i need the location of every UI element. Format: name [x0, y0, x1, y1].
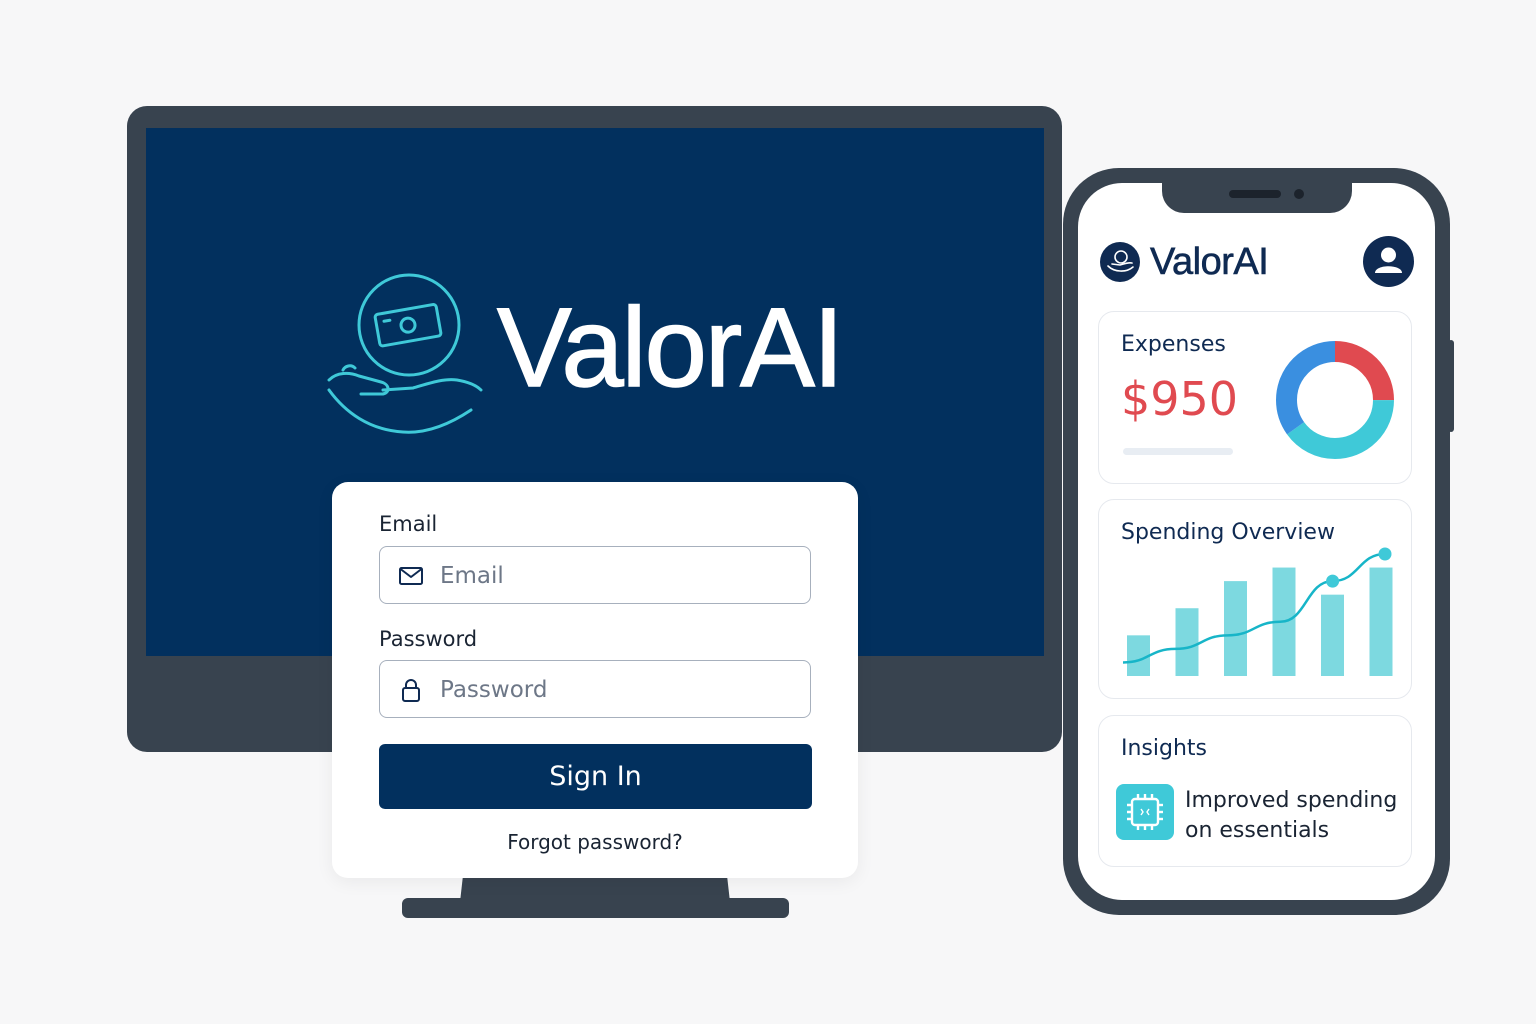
insight-text: Improved spending on essentials: [1185, 788, 1398, 843]
expenses-progress-bar: [1123, 448, 1233, 455]
trend-point: [1326, 574, 1340, 588]
user-avatar[interactable]: [1363, 236, 1414, 287]
spending-bar: [1224, 581, 1247, 676]
lock-icon: [402, 679, 420, 702]
phone-notch: [1162, 183, 1352, 213]
monitor-stand-base: [402, 898, 789, 918]
password-label: Password: [379, 627, 478, 651]
app-logo-icon: [1100, 242, 1140, 282]
email-input[interactable]: [438, 547, 802, 604]
sign-in-button[interactable]: Sign In: [379, 744, 812, 809]
phone-side-button: [1448, 340, 1454, 432]
expenses-card[interactable]: Expenses $950: [1098, 311, 1412, 484]
spending-bar: [1175, 608, 1199, 676]
expenses-amount: $950: [1121, 372, 1239, 426]
front-camera: [1294, 189, 1304, 199]
password-field[interactable]: [379, 660, 811, 718]
insights-card[interactable]: Insights Improved spending on essentials: [1098, 715, 1412, 867]
spending-trend-line: [1122, 552, 1386, 664]
email-label: Email: [379, 512, 438, 536]
hand-money-logo-icon: [327, 273, 483, 434]
mail-icon: [399, 567, 423, 585]
app-name: ValorAI: [1150, 241, 1269, 284]
trend-point: [1378, 547, 1392, 561]
brand-name: ValorAI: [496, 285, 844, 410]
spending-chart: [1122, 547, 1393, 676]
spending-bar: [1321, 594, 1344, 676]
forgot-password-link[interactable]: Forgot password?: [332, 830, 858, 854]
speaker-grille: [1229, 190, 1281, 198]
spending-overview-card[interactable]: Spending Overview: [1098, 499, 1412, 699]
insights-title: Insights: [1121, 736, 1208, 761]
ai-chip-icon: [1116, 784, 1174, 840]
expenses-title: Expenses: [1121, 332, 1226, 357]
email-field[interactable]: [379, 546, 811, 604]
user-icon: [1375, 247, 1402, 273]
stage: ValorAI Email Password Sign In Forgot pa…: [0, 0, 1536, 1024]
spending-bar: [1369, 567, 1393, 676]
login-card: Email Password Sign In Forgot password?: [332, 482, 858, 878]
password-input[interactable]: [438, 661, 802, 718]
expenses-donut-chart: [1276, 341, 1394, 459]
phone-screen: ValorAI Expenses $950 Spending Overview …: [1078, 183, 1435, 900]
